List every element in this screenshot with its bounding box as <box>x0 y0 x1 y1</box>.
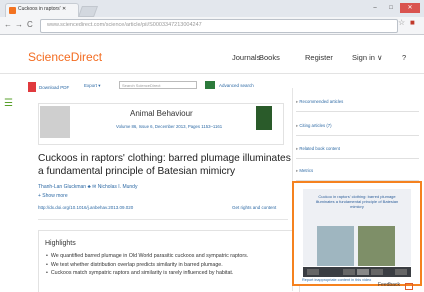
recommended-articles[interactable]: Recommended articles <box>296 97 419 112</box>
authors[interactable]: Thanh-Lan Gluckman ♣ ✉ Nicholas I. Mundy <box>38 184 137 190</box>
video-title: Cuckoo in raptors' clothing: barred plum… <box>315 194 399 209</box>
elsevier-logo <box>40 106 70 138</box>
export-button[interactable]: Export ▾ <box>84 83 101 89</box>
prev-button[interactable] <box>343 269 355 275</box>
journal-title[interactable]: Animal Behaviour <box>130 109 193 118</box>
rights-link[interactable]: Get rights and content <box>232 205 276 210</box>
browser-tabbar: Cuckoos in raptors' ✕ – □ ✕ <box>0 0 424 18</box>
highlight-item: We test whether distribution overlap pre… <box>46 261 298 270</box>
sciencedirect-logo[interactable]: ScienceDirect <box>28 50 102 64</box>
back-arrow-icon[interactable]: ← <box>4 20 12 29</box>
metrics[interactable]: Metrics <box>296 166 419 181</box>
highlights-title: Highlights <box>45 240 76 247</box>
report-video-link[interactable]: Report inappropriate content in this vid… <box>302 278 371 282</box>
highlights-list: We quantified barred plumage in Old Worl… <box>46 252 298 278</box>
address-bar-url: www.sciencedirect.com/science/article/pi… <box>47 22 202 28</box>
journal-volume[interactable]: Volume 86, Issue 6, December 2013, Pages… <box>116 124 222 129</box>
play-button[interactable] <box>357 269 369 275</box>
download-pdf-link[interactable]: Download PDF <box>39 85 69 90</box>
reload-icon[interactable]: C <box>27 20 33 29</box>
menu-icon[interactable]: ☰ <box>4 98 13 109</box>
close-window-button[interactable]: ✕ <box>400 3 420 13</box>
forward-arrow-icon[interactable]: → <box>15 20 23 29</box>
raptor-image <box>358 226 395 266</box>
journal-cover[interactable] <box>256 106 272 130</box>
address-bar[interactable]: www.sciencedirect.com/science/article/pi… <box>40 19 398 33</box>
nav-journals[interactable]: Journals <box>232 53 260 62</box>
cuckoo-image <box>317 226 354 266</box>
sciencedirect-favicon-icon <box>9 7 16 14</box>
video-player[interactable]: Cuckoo in raptors' clothing: barred plum… <box>303 189 411 266</box>
help-icon[interactable]: ? <box>402 53 406 62</box>
new-tab-button[interactable] <box>77 6 99 17</box>
show-more-link[interactable]: + Show more <box>38 193 68 199</box>
minimize-button[interactable]: – <box>368 3 382 13</box>
url-path: /science/article/pii/S0003347213004247 <box>104 22 202 28</box>
feedback-icon[interactable] <box>405 283 413 290</box>
related-book-content[interactable]: Related book content <box>296 144 419 159</box>
pdf-icon[interactable] <box>28 82 36 92</box>
search-input[interactable]: Search ScienceDirect <box>119 81 197 89</box>
fullscreen-icon[interactable] <box>395 269 407 275</box>
feedback-button[interactable]: Feedback <box>378 282 400 288</box>
video-panel: Cuckoo in raptors' clothing: barred plum… <box>292 181 422 286</box>
citing-articles[interactable]: Citing articles (7) <box>296 121 419 136</box>
nav-register[interactable]: Register <box>305 53 333 62</box>
header-divider <box>0 73 424 74</box>
article-title: Cuckoos in raptors' clothing: barred plu… <box>38 153 291 177</box>
browser-toolbar: ← → C www.sciencedirect.com/science/arti… <box>0 17 424 35</box>
extension-icon[interactable]: ■ <box>410 18 415 27</box>
highlight-item: We quantified barred plumage in Old Worl… <box>46 252 298 261</box>
doi-link[interactable]: http://dx.doi.org/10.1016/j.anbehav.2013… <box>38 205 133 210</box>
advanced-search-link[interactable]: Advanced search <box>219 83 254 88</box>
nav-books[interactable]: Books <box>259 53 280 62</box>
maximize-button[interactable]: □ <box>384 3 398 13</box>
highlight-item: Cuckoos match sympatric raptors and simi… <box>46 269 298 278</box>
volume-icon[interactable] <box>307 269 319 275</box>
tab-title: Cuckoos in raptors' ✕ <box>18 6 67 12</box>
nav-sign-in[interactable]: Sign in ∨ <box>352 53 383 62</box>
search-button[interactable] <box>205 81 215 89</box>
bookmark-star-icon[interactable]: ☆ <box>398 18 405 27</box>
browser-tab[interactable]: Cuckoos in raptors' ✕ <box>5 3 79 18</box>
next-button[interactable] <box>371 269 383 275</box>
section-divider <box>38 219 288 220</box>
video-controls <box>303 267 411 277</box>
